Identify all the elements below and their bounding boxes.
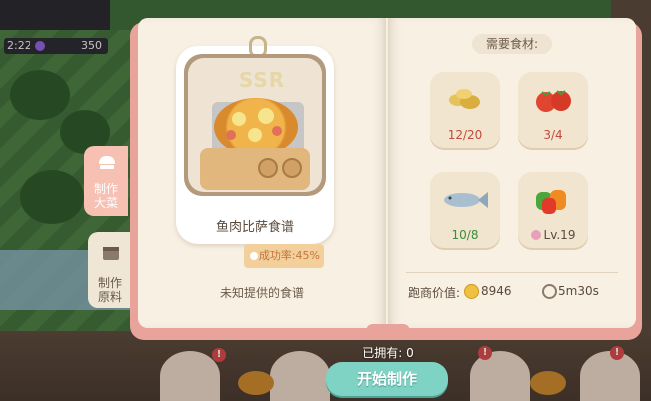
book-spine-clip <box>366 324 410 338</box>
lemon-topping <box>258 108 274 124</box>
recipe-card[interactable]: SSR 鱼肉比萨食谱 <box>176 36 334 244</box>
fish-icon <box>444 192 488 208</box>
success-rate: 成功率:45% <box>258 249 320 262</box>
ingredient-count: 10/8 <box>451 228 479 242</box>
ingredient-level: Lv.19 <box>518 228 588 242</box>
tab-make-raw[interactable]: 制作 原料 <box>88 232 132 308</box>
coin-icon <box>464 284 479 299</box>
trade-value: 8946 <box>481 284 512 298</box>
salmon-topping <box>272 126 282 136</box>
success-rate-tag: 成功率:45% <box>244 244 324 268</box>
stove-knob <box>282 158 302 178</box>
ingredient-slot-fish[interactable]: 10/8 <box>430 172 500 250</box>
start-crafting-button[interactable]: 开始制作 <box>326 362 448 396</box>
clock-icon <box>542 284 557 299</box>
grain-icon <box>449 89 480 109</box>
tab-make-dish-label: 制作 大菜 <box>93 182 118 210</box>
tab-make-dish[interactable]: 制作 大菜 <box>84 146 128 216</box>
owned-count: 已拥有: 0 <box>362 346 414 360</box>
recipe-name: 鱼肉比萨食谱 <box>215 220 294 235</box>
ingredient-count: 3/4 <box>543 128 563 142</box>
recipe-source-note: 未知提供的食谱 <box>219 286 304 300</box>
rarity-label: SSR <box>238 68 286 92</box>
trade-value-label: 跑商价值: <box>408 286 461 300</box>
level-text: Lv.19 <box>543 228 576 242</box>
tab-make-raw-label: 制作 原料 <box>97 276 122 304</box>
level-icon <box>530 230 541 240</box>
tomato-icon <box>536 90 571 112</box>
recipe-book: SSR 鱼肉比萨食谱 成功率:45% 未知提供的食谱 需要食材: 12/20 3… <box>138 18 636 328</box>
tag-hole <box>250 252 258 260</box>
pepper-icon <box>536 190 566 214</box>
stove <box>200 148 310 190</box>
lemon-topping <box>248 128 262 142</box>
chef-hat-icon <box>99 156 115 169</box>
ingredient-slot-pepper[interactable]: Lv.19 <box>518 172 588 250</box>
divider <box>406 272 618 273</box>
ingredient-slot-tomato[interactable]: 3/4 <box>518 72 588 150</box>
recipe-image-frame: SSR <box>184 54 326 196</box>
lemon-topping <box>232 112 246 126</box>
ingredients-title: 需要食材: <box>472 34 552 54</box>
ingredient-box-icon <box>103 247 119 260</box>
ingredient-count: 12/20 <box>447 128 483 142</box>
left-page: SSR 鱼肉比萨食谱 成功率:45% 未知提供的食谱 <box>138 18 386 328</box>
craft-time: 5m30s <box>558 284 599 298</box>
right-page: 需要食材: 12/20 3/4 10/8 Lv.19 跑商价值: 8946 5m… <box>388 18 636 328</box>
recipe-image: SSR <box>188 58 322 192</box>
stove-knob <box>258 158 278 178</box>
salmon-topping <box>226 130 236 140</box>
ingredient-slot-grain[interactable]: 12/20 <box>430 72 500 150</box>
